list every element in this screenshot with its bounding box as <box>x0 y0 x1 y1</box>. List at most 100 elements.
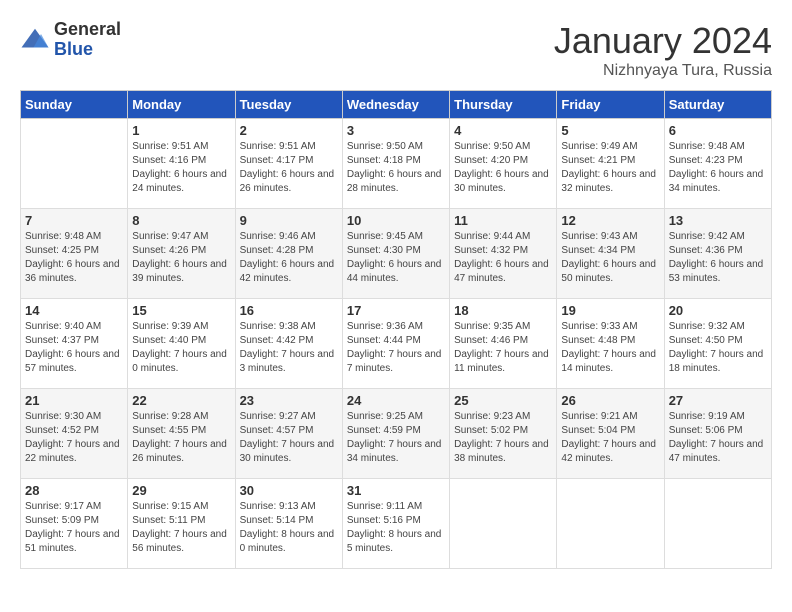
logo-blue-text: Blue <box>54 40 121 60</box>
day-number: 7 <box>25 213 123 228</box>
day-info: Sunrise: 9:25 AMSunset: 4:59 PMDaylight:… <box>347 410 445 466</box>
weekday-header-row: SundayMondayTuesdayWednesdayThursdayFrid… <box>21 91 772 119</box>
calendar-cell: 10Sunrise: 9:45 AMSunset: 4:30 PMDayligh… <box>342 209 449 299</box>
calendar-cell: 18 Sunrise: 9:35 AMSunset: 4:46 PMDayligh… <box>450 299 557 389</box>
day-info: Sunrise: 9:35 AMSunset: 4:46 PMDaylight:… <box>454 320 552 376</box>
day-number: 9 <box>240 213 338 228</box>
weekday-header: Tuesday <box>235 91 342 119</box>
day-number: 24 <box>347 393 445 408</box>
weekday-header: Saturday <box>664 91 771 119</box>
logo-text: General Blue <box>54 20 121 60</box>
calendar-cell: 30 Sunrise: 9:13 AMSunset: 5:14 PMDayligh… <box>235 479 342 569</box>
day-info: Sunrise: 9:19 AMSunset: 5:06 PMDaylight:… <box>669 410 767 466</box>
day-number: 13 <box>669 213 767 228</box>
day-info: Sunrise: 9:50 AMSunset: 4:18 PMDaylight:… <box>347 140 445 196</box>
day-info: Sunrise: 9:39 AMSunset: 4:40 PMDaylight:… <box>132 320 230 376</box>
day-number: 26 <box>561 393 659 408</box>
day-info: Sunrise: 9:15 AMSunset: 5:11 PMDaylight:… <box>132 500 230 556</box>
day-number: 3 <box>347 123 445 138</box>
calendar-cell <box>664 479 771 569</box>
calendar-cell: 11 Sunrise: 9:44 AMSunset: 4:32 PMDayligh… <box>450 209 557 299</box>
calendar-cell: 25Sunrise: 9:23 AMSunset: 5:02 PMDayligh… <box>450 389 557 479</box>
weekday-header: Friday <box>557 91 664 119</box>
day-number: 28 <box>25 483 123 498</box>
day-number: 18 <box>454 303 552 318</box>
calendar-cell: 23 Sunrise: 9:27 AMSunset: 4:57 PMDayligh… <box>235 389 342 479</box>
calendar-cell: 26 Sunrise: 9:21 AMSunset: 5:04 PMDayligh… <box>557 389 664 479</box>
calendar-cell: 5 Sunrise: 9:49 AMSunset: 4:21 PMDaylight… <box>557 119 664 209</box>
day-number: 22 <box>132 393 230 408</box>
day-info: Sunrise: 9:47 AMSunset: 4:26 PMDaylight:… <box>132 230 230 286</box>
calendar-cell: 22 Sunrise: 9:28 AMSunset: 4:55 PMDayligh… <box>128 389 235 479</box>
day-info: Sunrise: 9:40 AMSunset: 4:37 PMDaylight:… <box>25 320 123 376</box>
day-number: 4 <box>454 123 552 138</box>
calendar-cell: 19Sunrise: 9:33 AMSunset: 4:48 PMDayligh… <box>557 299 664 389</box>
day-info: Sunrise: 9:36 AMSunset: 4:44 PMDaylight:… <box>347 320 445 376</box>
calendar-week-row: 7 Sunrise: 9:48 AMSunset: 4:25 PMDaylight… <box>21 209 772 299</box>
calendar-cell: 6Sunrise: 9:48 AMSunset: 4:23 PMDaylight… <box>664 119 771 209</box>
day-number: 8 <box>132 213 230 228</box>
day-number: 5 <box>561 123 659 138</box>
day-info: Sunrise: 9:49 AMSunset: 4:21 PMDaylight:… <box>561 140 659 196</box>
day-info: Sunrise: 9:42 AMSunset: 4:36 PMDaylight:… <box>669 230 767 286</box>
calendar-cell: 21 Sunrise: 9:30 AMSunset: 4:52 PMDayligh… <box>21 389 128 479</box>
calendar-table: SundayMondayTuesdayWednesdayThursdayFrid… <box>20 90 772 569</box>
logo-general-text: General <box>54 20 121 40</box>
weekday-header: Wednesday <box>342 91 449 119</box>
day-number: 16 <box>240 303 338 318</box>
day-number: 21 <box>25 393 123 408</box>
day-number: 11 <box>454 213 552 228</box>
calendar-cell: 3 Sunrise: 9:50 AMSunset: 4:18 PMDaylight… <box>342 119 449 209</box>
day-number: 14 <box>25 303 123 318</box>
day-info: Sunrise: 9:43 AMSunset: 4:34 PMDaylight:… <box>561 230 659 286</box>
calendar-cell: 20Sunrise: 9:32 AMSunset: 4:50 PMDayligh… <box>664 299 771 389</box>
calendar-cell: 4 Sunrise: 9:50 AMSunset: 4:20 PMDaylight… <box>450 119 557 209</box>
header: General Blue January 2024 Nizhnyaya Tura… <box>20 20 772 80</box>
day-info: Sunrise: 9:21 AMSunset: 5:04 PMDaylight:… <box>561 410 659 466</box>
location-title: Nizhnyaya Tura, Russia <box>554 62 772 80</box>
day-info: Sunrise: 9:27 AMSunset: 4:57 PMDaylight:… <box>240 410 338 466</box>
calendar-cell: 2Sunrise: 9:51 AMSunset: 4:17 PMDaylight… <box>235 119 342 209</box>
day-info: Sunrise: 9:50 AMSunset: 4:20 PMDaylight:… <box>454 140 552 196</box>
calendar-cell: 28Sunrise: 9:17 AMSunset: 5:09 PMDayligh… <box>21 479 128 569</box>
day-number: 25 <box>454 393 552 408</box>
calendar-cell: 27Sunrise: 9:19 AMSunset: 5:06 PMDayligh… <box>664 389 771 479</box>
calendar-week-row: 21 Sunrise: 9:30 AMSunset: 4:52 PMDayligh… <box>21 389 772 479</box>
calendar-cell: 24 Sunrise: 9:25 AMSunset: 4:59 PMDayligh… <box>342 389 449 479</box>
calendar-cell: 31 Sunrise: 9:11 AMSunset: 5:16 PMDayligh… <box>342 479 449 569</box>
calendar-cell: 7 Sunrise: 9:48 AMSunset: 4:25 PMDaylight… <box>21 209 128 299</box>
month-title: January 2024 <box>554 20 772 62</box>
day-number: 15 <box>132 303 230 318</box>
logo-icon <box>20 25 50 55</box>
weekday-header: Thursday <box>450 91 557 119</box>
calendar-cell: 13 Sunrise: 9:42 AMSunset: 4:36 PMDayligh… <box>664 209 771 299</box>
calendar-cell: 1Sunrise: 9:51 AMSunset: 4:16 PMDaylight… <box>128 119 235 209</box>
day-info: Sunrise: 9:28 AMSunset: 4:55 PMDaylight:… <box>132 410 230 466</box>
title-area: January 2024 Nizhnyaya Tura, Russia <box>554 20 772 80</box>
calendar-cell: 14 Sunrise: 9:40 AMSunset: 4:37 PMDayligh… <box>21 299 128 389</box>
calendar-cell: 16 Sunrise: 9:38 AMSunset: 4:42 PMDayligh… <box>235 299 342 389</box>
day-info: Sunrise: 9:13 AMSunset: 5:14 PMDaylight:… <box>240 500 338 556</box>
day-number: 30 <box>240 483 338 498</box>
calendar-week-row: 14 Sunrise: 9:40 AMSunset: 4:37 PMDayligh… <box>21 299 772 389</box>
day-info: Sunrise: 9:11 AMSunset: 5:16 PMDaylight:… <box>347 500 445 556</box>
weekday-header: Sunday <box>21 91 128 119</box>
day-number: 31 <box>347 483 445 498</box>
day-number: 2 <box>240 123 338 138</box>
calendar-week-row: 28Sunrise: 9:17 AMSunset: 5:09 PMDayligh… <box>21 479 772 569</box>
calendar-cell: 8 Sunrise: 9:47 AMSunset: 4:26 PMDaylight… <box>128 209 235 299</box>
day-info: Sunrise: 9:38 AMSunset: 4:42 PMDaylight:… <box>240 320 338 376</box>
calendar-cell: 29Sunrise: 9:15 AMSunset: 5:11 PMDayligh… <box>128 479 235 569</box>
day-info: Sunrise: 9:46 AMSunset: 4:28 PMDaylight:… <box>240 230 338 286</box>
day-info: Sunrise: 9:30 AMSunset: 4:52 PMDaylight:… <box>25 410 123 466</box>
day-info: Sunrise: 9:45 AMSunset: 4:30 PMDaylight:… <box>347 230 445 286</box>
day-info: Sunrise: 9:44 AMSunset: 4:32 PMDaylight:… <box>454 230 552 286</box>
calendar-cell: 17 Sunrise: 9:36 AMSunset: 4:44 PMDayligh… <box>342 299 449 389</box>
day-number: 23 <box>240 393 338 408</box>
day-info: Sunrise: 9:48 AMSunset: 4:25 PMDaylight:… <box>25 230 123 286</box>
logo: General Blue <box>20 20 121 60</box>
day-number: 12 <box>561 213 659 228</box>
day-number: 1 <box>132 123 230 138</box>
day-number: 17 <box>347 303 445 318</box>
day-info: Sunrise: 9:33 AMSunset: 4:48 PMDaylight:… <box>561 320 659 376</box>
